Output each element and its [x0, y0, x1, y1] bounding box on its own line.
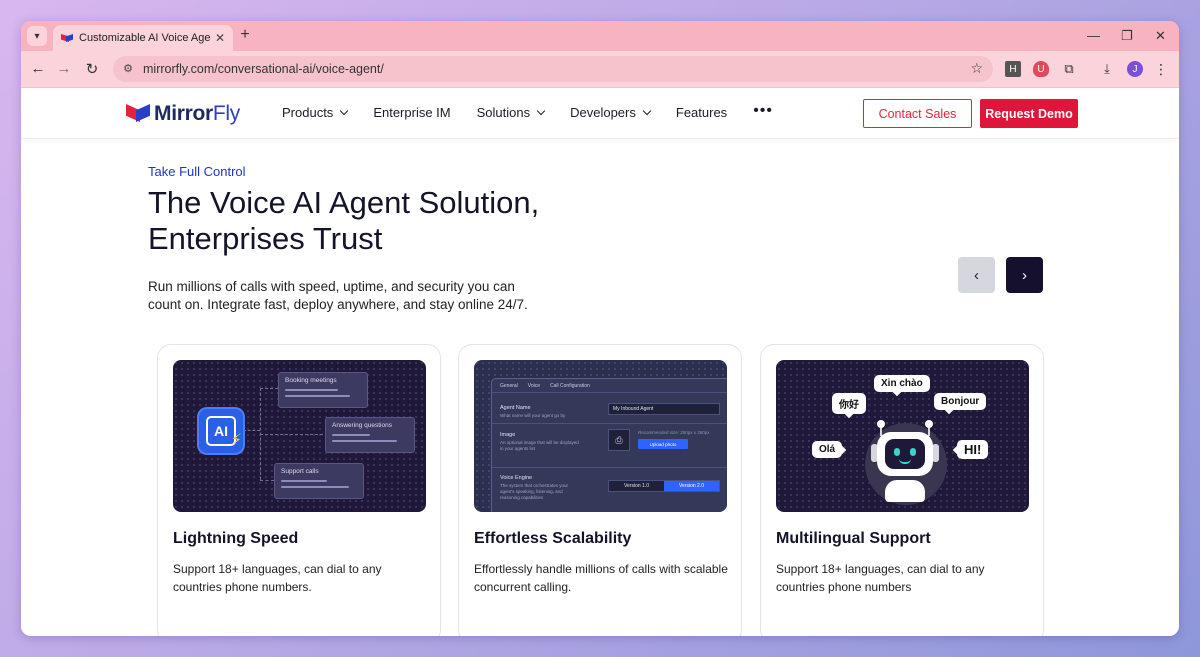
reload-icon[interactable]: ↻: [83, 60, 101, 78]
browser-tab[interactable]: Customizable AI Voice Agents f ✕: [53, 25, 233, 51]
mirrorfly-favicon-icon: [61, 33, 73, 43]
carousel-next-button[interactable]: ›: [1006, 257, 1043, 293]
restore-icon[interactable]: ❐: [1121, 28, 1133, 44]
tab-title: Customizable AI Voice Agents f: [79, 32, 211, 44]
lightning-bolt-icon: ⚡: [230, 432, 242, 449]
contact-sales-button[interactable]: Contact Sales: [863, 99, 972, 128]
chevron-down-icon: [536, 106, 546, 115]
mini-card-support: Support calls: [274, 463, 364, 499]
new-tab-button[interactable]: +: [235, 26, 255, 44]
chevron-down-icon: [642, 106, 652, 115]
nav-enterprise-im[interactable]: Enterprise IM: [373, 105, 450, 120]
profile-avatar[interactable]: J: [1127, 61, 1143, 77]
back-icon[interactable]: ←: [29, 60, 47, 77]
multilingual-illustration: Xin chào 你好 Bonjour Olá HI!: [776, 360, 1029, 512]
tab-call-configuration: Call Configuration: [550, 382, 590, 389]
mini-card-answering: Answering questions: [325, 417, 415, 453]
mirrorfly-logo-icon: [126, 104, 150, 124]
main-nav: Products Enterprise IM Solutions Develop…: [282, 102, 799, 121]
chevron-left-icon: ‹: [974, 266, 979, 284]
agent-config-panel: General Voice Call Configuration Agent N…: [491, 378, 727, 512]
greeting-bubble: Olá: [812, 441, 843, 458]
card-title: Lightning Speed: [173, 530, 299, 547]
ai-badge-icon: AI ⚡: [199, 409, 243, 453]
greeting-bubble: Xin chào: [874, 375, 930, 392]
url-field[interactable]: ⚙ mirrorfly.com/conversational-ai/voice-…: [113, 56, 993, 82]
web-page: MirrorFly Products Enterprise IM Solutio…: [21, 88, 1179, 636]
logo-text: MirrorFly: [154, 102, 240, 125]
puzzle-extensions-icon[interactable]: ⧉: [1061, 61, 1077, 77]
greeting-bubble: Bonjour: [934, 393, 987, 410]
hero-eyebrow: Take Full Control: [148, 164, 246, 179]
card-description: Support 18+ languages, can dial to any c…: [776, 562, 985, 594]
bookmark-star-icon[interactable]: ☆: [970, 60, 983, 77]
browser-window: ▾ Customizable AI Voice Agents f ✕ + — ❐…: [21, 21, 1179, 636]
feature-card-lightning-speed: AI ⚡ Booking meetings Answering questions…: [157, 344, 441, 636]
nav-features[interactable]: Features: [676, 105, 727, 120]
browser-menu-icon[interactable]: ⋮: [1153, 61, 1169, 77]
upload-photo-button: Upload photo: [638, 439, 688, 449]
greeting-bubble: HI!: [957, 440, 989, 459]
nav-solutions[interactable]: Solutions: [477, 105, 546, 120]
minimize-icon[interactable]: —: [1087, 28, 1100, 43]
url-text: mirrorfly.com/conversational-ai/voice-ag…: [143, 62, 384, 76]
close-window-icon[interactable]: ✕: [1155, 28, 1166, 44]
tab-bar: ▾ Customizable AI Voice Agents f ✕ + — ❐…: [21, 21, 1179, 51]
feature-card-effortless-scalability: General Voice Call Configuration Agent N…: [458, 344, 742, 636]
chevron-right-icon: ›: [1022, 266, 1027, 284]
site-info-icon[interactable]: ⚙: [121, 62, 135, 76]
chevron-down-icon: ▾: [34, 30, 40, 42]
address-bar: ← → ↻ ⚙ mirrorfly.com/conversational-ai/…: [21, 51, 1179, 88]
card-description: Effortlessly handle millions of calls wi…: [474, 562, 728, 594]
hero-description: Run millions of calls with speed, uptime…: [148, 279, 528, 312]
voice-engine-toggle: Version 1.0 Version 2.0: [608, 480, 720, 492]
mirrorfly-logo[interactable]: MirrorFly: [126, 102, 240, 126]
feature-card-multilingual-support: Xin chào 你好 Bonjour Olá HI! Multilingual…: [760, 344, 1044, 636]
nav-products[interactable]: Products: [282, 105, 349, 120]
card-description: Support 18+ languages, can dial to any c…: [173, 562, 382, 594]
chevron-down-icon: [340, 106, 349, 115]
request-demo-button[interactable]: Request Demo: [980, 99, 1078, 128]
forward-icon[interactable]: →: [55, 60, 73, 77]
scalability-illustration: General Voice Call Configuration Agent N…: [474, 360, 727, 512]
card-title: Effortless Scalability: [474, 530, 632, 547]
lightning-speed-illustration: AI ⚡ Booking meetings Answering questions…: [173, 360, 426, 512]
agent-name-input: My Inbound Agent: [608, 403, 720, 415]
hero-title: The Voice AI Agent Solution, Enterprises …: [148, 185, 540, 256]
mini-card-booking: Booking meetings: [278, 372, 368, 408]
download-icon[interactable]: ⤓: [1099, 61, 1115, 77]
shield-extension-icon[interactable]: U: [1033, 61, 1049, 77]
card-title: Multilingual Support: [776, 530, 931, 547]
carousel-prev-button[interactable]: ‹: [958, 257, 995, 293]
close-tab-icon[interactable]: ✕: [215, 31, 225, 45]
upload-image-icon: ⎙: [608, 429, 630, 451]
extension-h-icon[interactable]: H: [1005, 61, 1021, 77]
tab-voice: Voice: [527, 382, 541, 389]
tab-general: General: [500, 382, 518, 389]
greeting-bubble: 你好: [832, 393, 866, 414]
tab-search-button[interactable]: ▾: [27, 26, 47, 46]
nav-more-icon[interactable]: •••: [753, 101, 773, 120]
nav-developers[interactable]: Developers: [570, 105, 652, 120]
site-header: MirrorFly Products Enterprise IM Solutio…: [21, 88, 1179, 139]
